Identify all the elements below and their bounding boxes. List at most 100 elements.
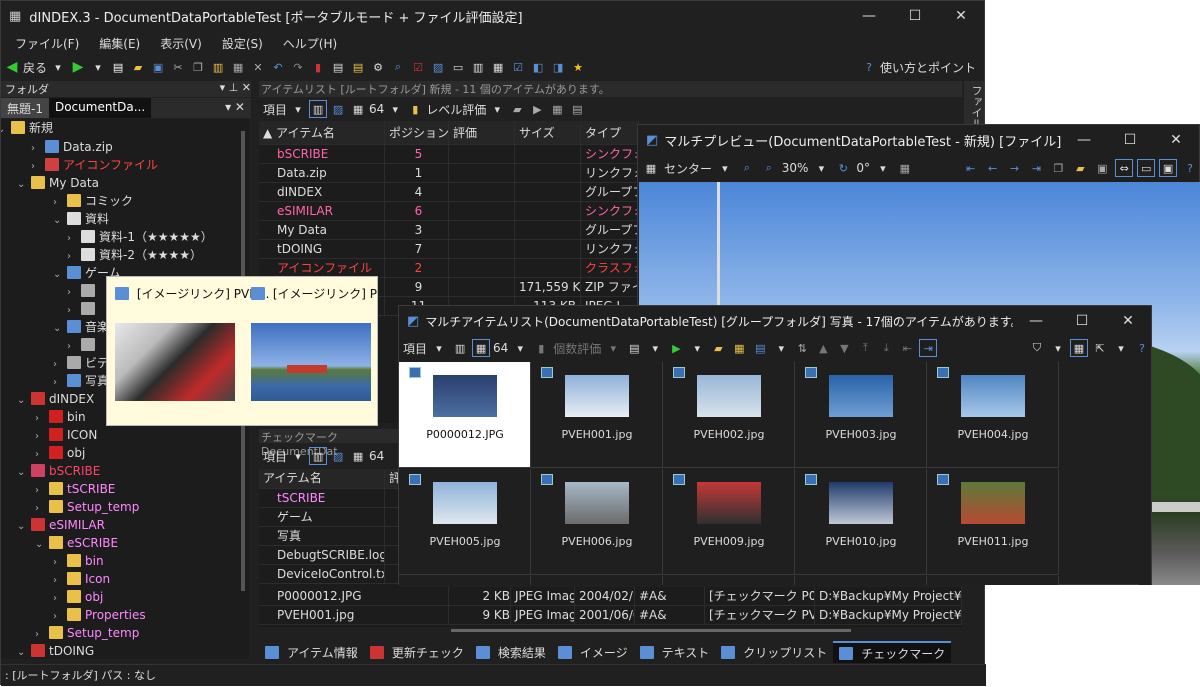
tree-node[interactable]: ⌄ 資料: [53, 210, 109, 228]
check-item-menu[interactable]: 項目: [263, 448, 287, 465]
multi-item-menu[interactable]: 項目: [403, 340, 427, 357]
list-item[interactable]: ゲーム: [259, 507, 399, 527]
open-icon[interactable]: ▰: [129, 58, 147, 76]
top-icon[interactable]: ⤒: [856, 339, 874, 357]
zoom-tool-icon[interactable]: ⌕: [738, 159, 756, 177]
chevron-down-icon[interactable]: ⌄: [53, 320, 67, 338]
prev-image-icon[interactable]: ←: [984, 159, 1002, 177]
preview-help-icon[interactable]: ?: [1181, 159, 1199, 177]
save-icon[interactable]: ▣: [149, 58, 167, 76]
dropdown-icon[interactable]: ▾: [1112, 339, 1130, 357]
grid-size-icon[interactable]: ▦: [349, 100, 367, 118]
thumbnail-item[interactable]: PVEH009.jpg: [663, 469, 795, 575]
tree-node[interactable]: › Setup_temp: [35, 624, 139, 642]
tree-node[interactable]: ⌄ dINDEX: [17, 390, 94, 408]
multi-title-bar[interactable]: ◩ マルチアイテムリスト(DocumentDataPortableTest) […: [399, 306, 1151, 336]
tree-node[interactable]: › bin: [35, 408, 86, 426]
tree-node[interactable]: › コミック: [53, 192, 133, 210]
star-icon[interactable]: ★: [569, 58, 587, 76]
menu-file[interactable]: ファイル(F): [15, 35, 79, 52]
table-row[interactable]: dINDEX4 グループフォ: [259, 182, 639, 202]
list-icon[interactable]: ▤: [349, 58, 367, 76]
down-icon[interactable]: ▼: [835, 339, 853, 357]
fit-screen-icon[interactable]: ▭: [1137, 159, 1156, 177]
copy-image-icon[interactable]: ❐: [1049, 159, 1067, 177]
thumbnail-icon[interactable]: ▨: [329, 447, 347, 465]
delete-icon[interactable]: ✕: [249, 58, 267, 76]
thumbnail-item[interactable]: [399, 576, 531, 585]
tree-node[interactable]: › Properties: [53, 606, 146, 624]
details-view-icon[interactable]: ▥: [309, 447, 328, 465]
paste-icon[interactable]: ▥: [209, 58, 227, 76]
thumbnail-item[interactable]: PVEH004.jpg: [927, 362, 1059, 468]
thumbnail-icon[interactable]: ▨: [329, 100, 347, 118]
thumbnail-item[interactable]: [531, 576, 663, 585]
main-title-bar[interactable]: ▦ dINDEX.3 - DocumentDataPortableTest [ポ…: [1, 1, 984, 31]
item-menu-button[interactable]: 項目: [263, 101, 287, 118]
chevron-down-icon[interactable]: ⌄: [35, 536, 49, 554]
multi-maximize-button[interactable]: ☐: [1059, 313, 1105, 329]
help-link[interactable]: 使い方とポイント: [880, 59, 984, 76]
tools-icon[interactable]: ⚙: [369, 58, 387, 76]
preview-minimize-button[interactable]: —: [1061, 132, 1107, 148]
multi-size-value[interactable]: 64: [493, 341, 508, 355]
tree-node[interactable]: › 写真: [53, 372, 109, 390]
sync-icon[interactable]: ▦: [896, 159, 914, 177]
list-item[interactable]: tSCRIBE: [259, 488, 399, 508]
tree-node[interactable]: ⌄ 新規: [1, 119, 53, 137]
tree-node[interactable]: ⌄ My Data: [17, 174, 99, 192]
menu-edit[interactable]: 編集(E): [99, 35, 140, 52]
back-dropdown-icon[interactable]: ▾: [49, 58, 67, 76]
thumbnail-item[interactable]: [927, 576, 1059, 585]
back-nav-icon[interactable]: ⇤: [898, 339, 916, 357]
tree-node[interactable]: ⌄ 音楽: [53, 318, 109, 336]
list-icon[interactable]: ▤: [568, 100, 586, 118]
save-image-icon[interactable]: ▣: [1093, 159, 1111, 177]
maximize-button[interactable]: ☐: [892, 8, 938, 24]
multi-help-icon[interactable]: ?: [1133, 339, 1151, 357]
list-item[interactable]: 写真: [259, 526, 399, 546]
tree-node[interactable]: › 資料-1（★★★★★）: [67, 228, 213, 246]
find-icon[interactable]: ⌕: [389, 58, 407, 76]
forward-dropdown-icon[interactable]: ▾: [89, 58, 107, 76]
layout-icon[interactable]: ▥: [469, 58, 487, 76]
chevron-down-icon[interactable]: ⌄: [17, 176, 31, 194]
details-view-icon[interactable]: ▥: [309, 100, 328, 118]
chevron-down-icon[interactable]: ⌄: [53, 212, 67, 230]
dropdown-icon[interactable]: ▾: [511, 339, 529, 357]
dropdown-icon[interactable]: ▾: [772, 339, 790, 357]
preview-maximize-button[interactable]: ☐: [1107, 132, 1153, 148]
bookmark-icon[interactable]: ▮: [309, 58, 327, 76]
tree-node[interactable]: › obj: [53, 588, 103, 606]
thumbnail-item[interactable]: PVEH011.jpg: [927, 469, 1059, 575]
multi-close-button[interactable]: ✕: [1105, 313, 1151, 329]
tree-node[interactable]: › Data.zip: [31, 138, 113, 156]
tab-document[interactable]: DocumentDa...: [48, 98, 152, 118]
thumbnail-item[interactable]: PVEH003.jpg: [795, 362, 927, 468]
last-image-icon[interactable]: ⇥: [1028, 159, 1046, 177]
layout-icon[interactable]: ⇱: [1091, 339, 1109, 357]
zoom-icon[interactable]: ⌕: [760, 159, 778, 177]
list-item[interactable]: DebugtSCRIBE.log: [259, 545, 399, 565]
window-icon[interactable]: ▭: [449, 58, 467, 76]
tree-node[interactable]: › 資料-2（★★★★）: [67, 246, 202, 264]
col-name[interactable]: ▲ アイテム名: [259, 120, 385, 145]
tree-node[interactable]: ⌄ eSCRIBE: [35, 534, 118, 552]
image-icon[interactable]: ▨: [429, 58, 447, 76]
dropdown-icon[interactable]: ▾: [386, 100, 404, 118]
details-view-icon[interactable]: ▥: [451, 339, 469, 357]
paste-special-icon[interactable]: ▦: [229, 58, 247, 76]
col-rating[interactable]: 評価: [449, 120, 515, 145]
grid-toggle-icon[interactable]: ▦: [1070, 339, 1088, 357]
up-icon[interactable]: ▲: [814, 339, 832, 357]
tree-node[interactable]: ›: [67, 282, 99, 300]
table-row[interactable]: My Data3 グループフォ: [259, 220, 639, 240]
check-size-value[interactable]: 64: [369, 449, 384, 463]
prev-icon[interactable]: ◧: [529, 58, 547, 76]
tree-node[interactable]: › tSCRIBE: [35, 480, 115, 498]
dropdown-icon[interactable]: ▾: [604, 339, 622, 357]
chevron-down-icon[interactable]: ⌄: [17, 518, 31, 536]
check-col-name[interactable]: アイテム名: [259, 469, 385, 488]
menu-settings[interactable]: 設定(S): [222, 35, 263, 52]
pin-icon[interactable]: ▾ ⊥ ✕: [220, 81, 251, 97]
